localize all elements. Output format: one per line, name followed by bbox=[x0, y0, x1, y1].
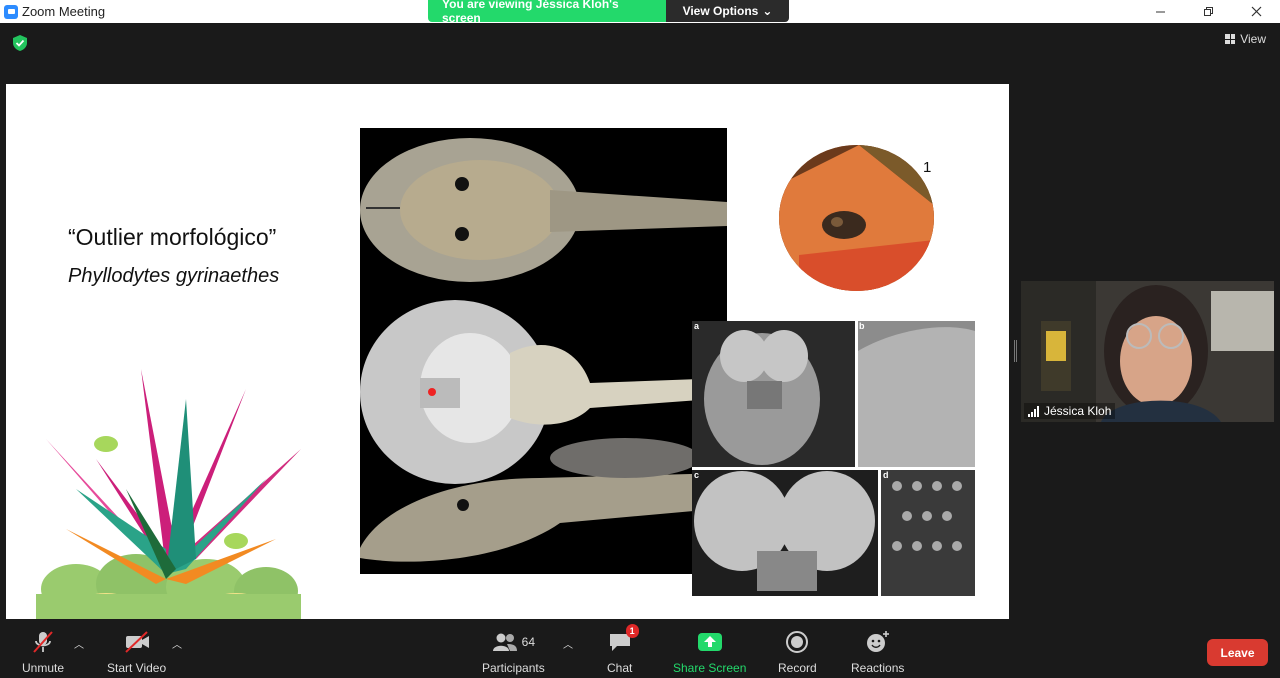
audio-options-caret-icon[interactable]: ︿ bbox=[74, 636, 84, 651]
participant-name-label: Jéssica Kloh bbox=[1024, 403, 1116, 419]
participants-options-caret-icon[interactable]: ︿ bbox=[563, 636, 573, 651]
share-screen-button[interactable]: Share Screen bbox=[673, 628, 746, 675]
participants-icon bbox=[492, 633, 517, 651]
start-video-label: Start Video bbox=[107, 661, 167, 675]
slide-subtitle: Phyllodytes gyrinaethes bbox=[68, 265, 280, 287]
meeting-toolbar: Unmute ︿ Start Video ︿ 64 Participants ︿… bbox=[0, 622, 1280, 678]
viewing-screen-text: You are viewing Jéssica Kloh's screen bbox=[428, 0, 666, 22]
restore-button[interactable] bbox=[1184, 0, 1232, 23]
close-icon bbox=[1251, 6, 1261, 17]
video-off-icon bbox=[122, 628, 152, 656]
unmute-button[interactable]: Unmute bbox=[22, 628, 64, 675]
participants-label: Participants bbox=[482, 661, 545, 675]
microphone-muted-icon bbox=[29, 628, 57, 656]
security-shield-icon[interactable] bbox=[11, 34, 29, 52]
frog-photo bbox=[779, 145, 934, 291]
share-screen-icon bbox=[697, 628, 723, 656]
leave-meeting-button[interactable]: Leave bbox=[1207, 639, 1268, 666]
view-label: View bbox=[1240, 32, 1266, 46]
sem-label-d: d bbox=[883, 470, 889, 480]
participant-video-tile[interactable]: Jéssica Kloh bbox=[1021, 281, 1274, 422]
video-options-caret-icon[interactable]: ︿ bbox=[172, 636, 182, 651]
window-title: Zoom Meeting bbox=[22, 4, 106, 19]
participants-icon-group: 64 bbox=[492, 628, 535, 656]
bromeliad-illustration bbox=[36, 369, 301, 619]
record-label: Record bbox=[778, 661, 817, 675]
sem-images-panel bbox=[692, 321, 975, 596]
view-layout-button[interactable]: View bbox=[1225, 32, 1266, 46]
participant-name: Jéssica Kloh bbox=[1044, 404, 1112, 418]
panel-splitter-handle[interactable] bbox=[1014, 340, 1017, 362]
record-icon bbox=[785, 628, 809, 656]
sem-label-b: b bbox=[859, 321, 865, 331]
signal-strength-icon bbox=[1028, 405, 1039, 417]
participants-count: 64 bbox=[521, 635, 536, 649]
shared-screen-slide: “Outlier morfológico” Phyllodytes gyrina… bbox=[6, 84, 1009, 619]
close-button[interactable] bbox=[1232, 0, 1280, 23]
chat-icon: 1 bbox=[608, 624, 639, 656]
tadpole-photo-panel bbox=[360, 128, 727, 574]
reactions-icon bbox=[865, 628, 891, 656]
unmute-label: Unmute bbox=[22, 661, 65, 675]
chat-button[interactable]: 1 Chat bbox=[607, 624, 639, 675]
viewing-banner: You are viewing Jéssica Kloh's screen Vi… bbox=[428, 0, 789, 22]
restore-icon bbox=[1203, 7, 1213, 16]
sem-label-a: a bbox=[694, 321, 700, 331]
figure-number: 1 bbox=[923, 159, 932, 176]
reactions-label: Reactions bbox=[851, 661, 905, 675]
grid-view-icon bbox=[1225, 34, 1236, 44]
chat-label: Chat bbox=[607, 661, 633, 675]
participant-video-feed bbox=[1021, 281, 1274, 422]
slide-title: “Outlier morfológico” bbox=[68, 224, 277, 250]
window-controls bbox=[1136, 0, 1280, 23]
minimize-icon bbox=[1155, 11, 1165, 13]
view-options-button[interactable]: View Options ⌄ bbox=[666, 0, 789, 22]
chat-unread-badge: 1 bbox=[625, 624, 639, 638]
reactions-button[interactable]: Reactions bbox=[851, 628, 904, 675]
minimize-button[interactable] bbox=[1136, 0, 1184, 23]
start-video-button[interactable]: Start Video bbox=[107, 628, 166, 675]
chevron-down-icon: ⌄ bbox=[762, 4, 773, 18]
view-options-label: View Options bbox=[682, 4, 759, 18]
record-button[interactable]: Record bbox=[778, 628, 817, 675]
sem-label-c: c bbox=[694, 470, 700, 480]
share-screen-label: Share Screen bbox=[673, 661, 747, 675]
participants-button[interactable]: 64 Participants bbox=[482, 628, 545, 675]
zoom-window: Zoom Meeting You are viewing Jéssica Klo… bbox=[0, 0, 1280, 678]
zoom-app-icon bbox=[4, 4, 18, 19]
